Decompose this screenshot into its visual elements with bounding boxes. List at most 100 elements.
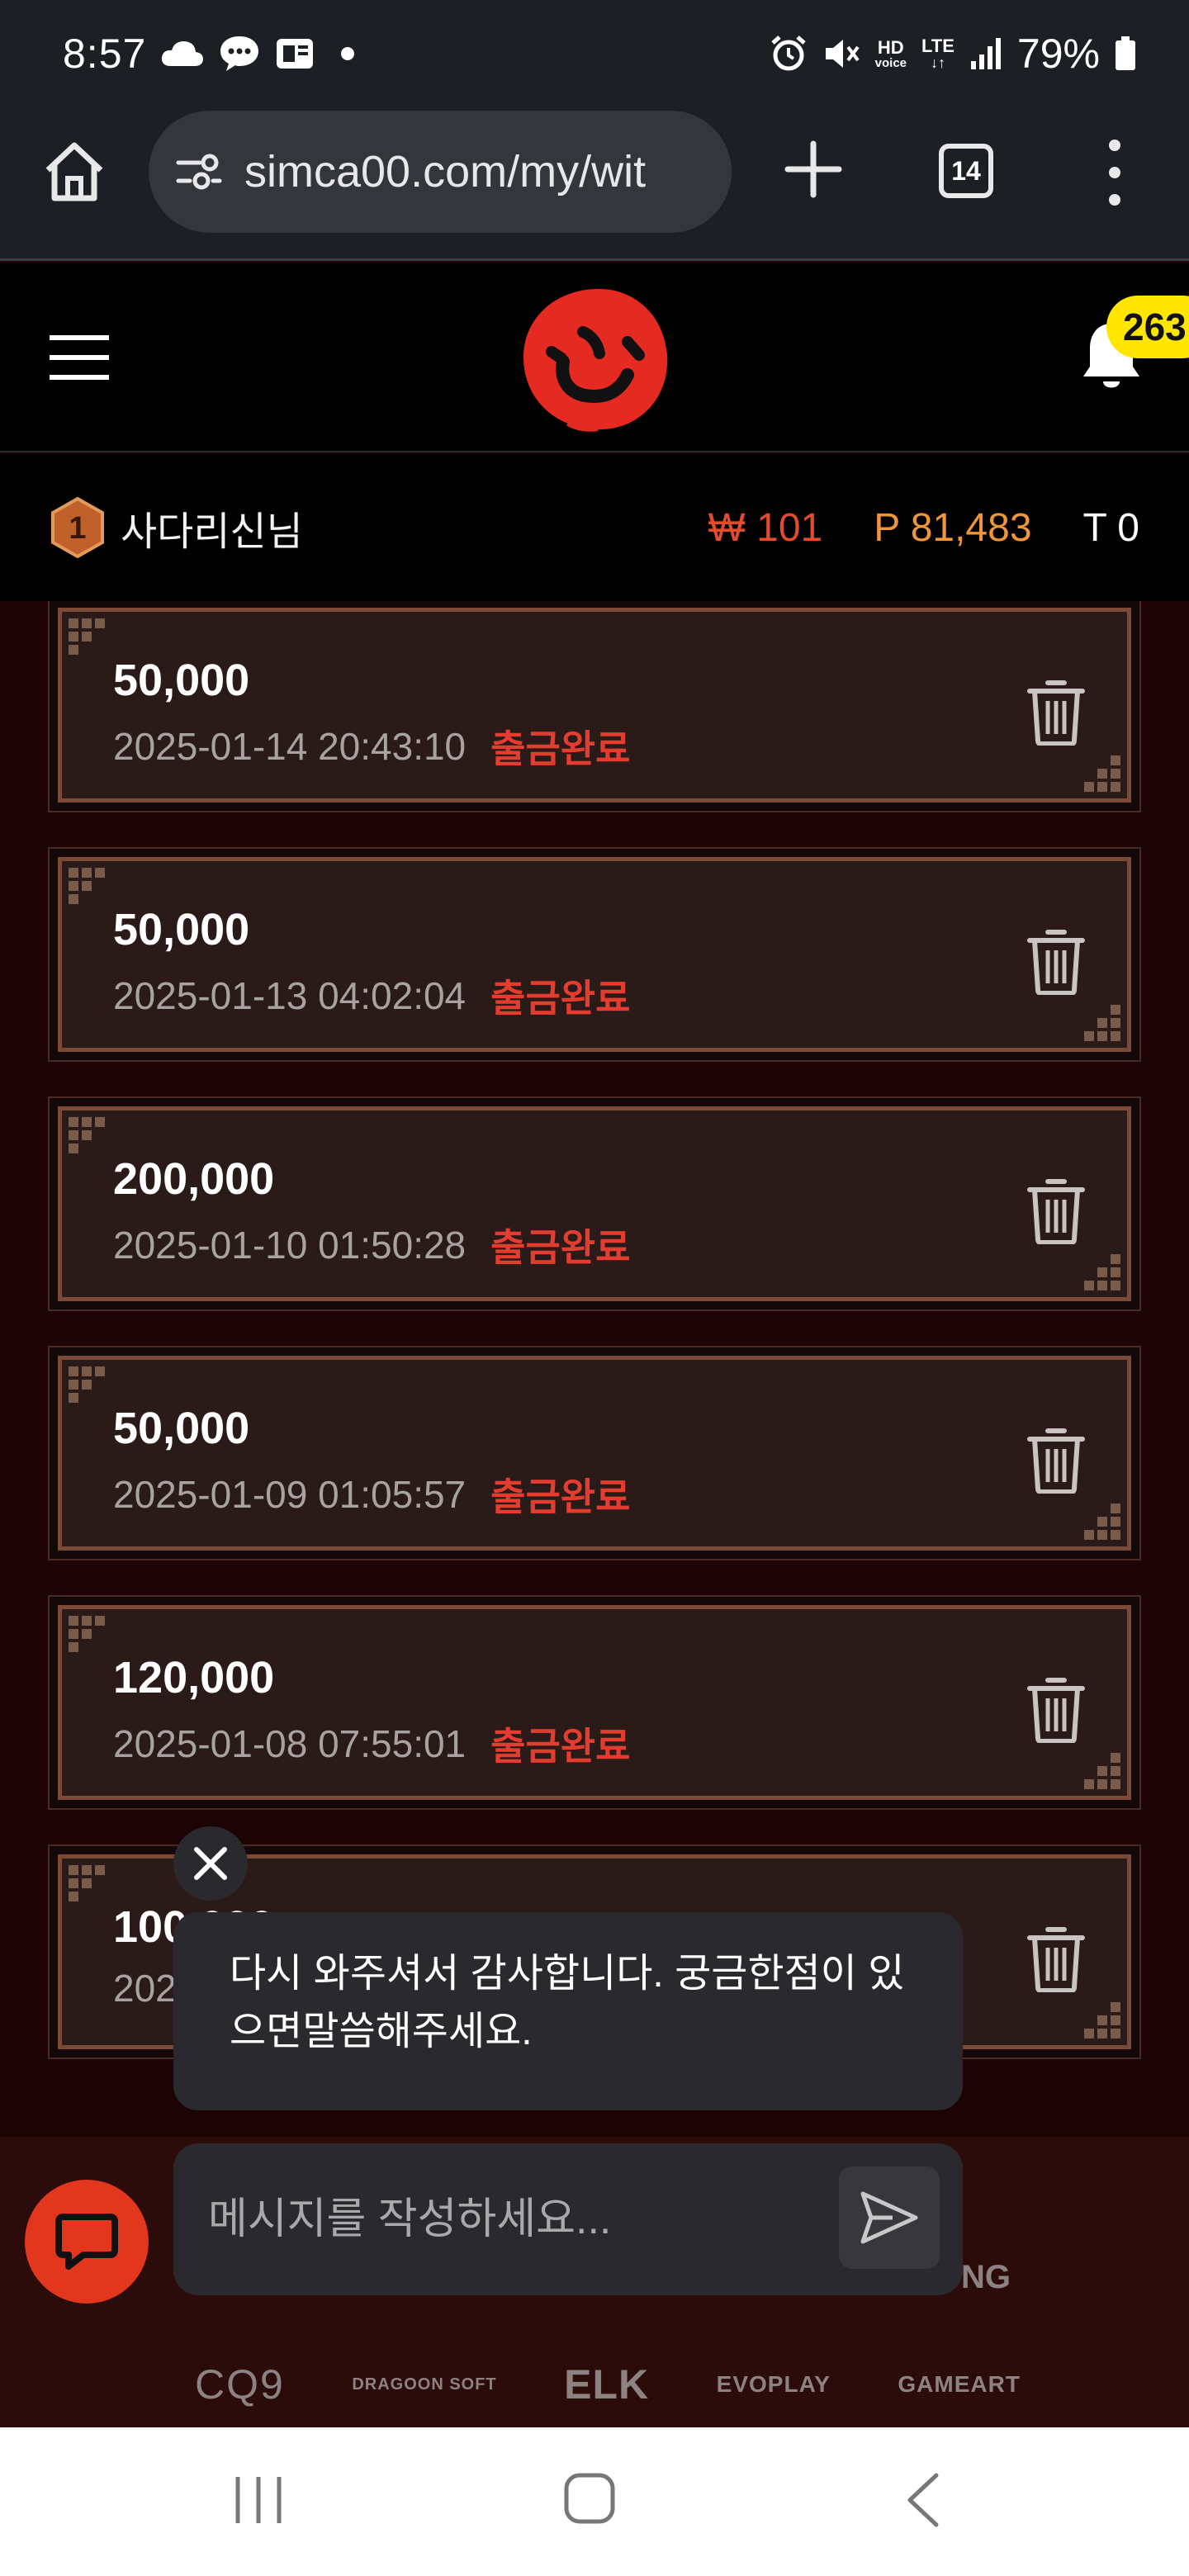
card-corner-ornament xyxy=(69,618,105,655)
status-right: HD voice LTE ↓↑ 79% xyxy=(770,30,1136,78)
withdrawal-amount: 50,000 xyxy=(113,656,250,705)
username: 사다리신님 xyxy=(121,510,303,554)
back-icon[interactable] xyxy=(905,2472,941,2528)
withdrawal-status: 출금완료 xyxy=(490,1226,631,1269)
provider-dragoon-soft: DRAGOON SOFT xyxy=(352,2375,497,2394)
card-corner-ornament xyxy=(1084,2002,1120,2039)
provider-gameart: GAMEART xyxy=(898,2371,1021,2397)
withdrawal-meta: 2025-01-13 04:02:04 출금완료 xyxy=(113,968,630,1023)
withdrawal-status: 출금완료 xyxy=(490,727,631,770)
withdrawal-item: 50,000 2025-01-14 20:43:10 출금완료 xyxy=(48,601,1141,812)
more-options-icon[interactable] xyxy=(1103,135,1126,210)
send-button[interactable] xyxy=(839,2166,940,2269)
balances: ₩ 101 P 81,483 T 0 xyxy=(708,505,1139,551)
lte-indicator: LTE ↓↑ xyxy=(921,36,955,71)
withdrawal-item-frame: 50,000 2025-01-09 01:05:57 출금완료 xyxy=(58,1356,1131,1551)
tab-switcher-button[interactable]: 14 xyxy=(939,144,993,198)
withdrawal-date: 2025-01-13 04:02:04 xyxy=(113,974,467,1017)
chat-message-bubble: 다시 와주셔서 감사합니다. 궁금한점이 있으면말씀해주세요. xyxy=(173,1912,963,2110)
alarm-icon xyxy=(770,36,806,71)
delete-trash-icon[interactable] xyxy=(1026,680,1086,746)
battery-percent: 79% xyxy=(1016,31,1100,77)
site-logo[interactable] xyxy=(519,282,672,436)
hd-voice-indicator: HD voice xyxy=(874,36,907,70)
chat-notification-icon xyxy=(220,36,259,71)
withdrawal-amount: 50,000 xyxy=(113,1404,250,1453)
delete-trash-icon[interactable] xyxy=(1026,1677,1086,1743)
chat-close-button[interactable] xyxy=(173,1826,248,1901)
withdrawal-date: 2025-01-14 20:43:10 xyxy=(113,725,467,768)
notification-dot xyxy=(341,47,355,60)
withdrawal-status: 출금완료 xyxy=(490,977,631,1020)
android-navigation-bar xyxy=(0,2427,1189,2576)
card-corner-ornament xyxy=(1084,755,1120,792)
send-icon xyxy=(860,2191,918,2244)
level-badge-icon: 1 xyxy=(51,497,104,558)
t-balance[interactable]: T 0 xyxy=(1083,505,1139,551)
withdrawal-meta: 2025-01-14 20:43:10 출금완료 xyxy=(113,719,630,774)
withdrawal-item-frame: 50,000 2025-01-14 20:43:10 출금완료 xyxy=(58,608,1131,803)
withdrawal-amount: 120,000 xyxy=(113,1653,275,1702)
mute-icon xyxy=(825,40,860,68)
delete-trash-icon[interactable] xyxy=(1026,929,1086,995)
hamburger-menu-icon[interactable] xyxy=(48,334,111,381)
withdrawal-item-frame: 200,000 2025-01-10 01:50:28 출금완료 xyxy=(58,1106,1131,1301)
delete-trash-icon[interactable] xyxy=(1026,1178,1086,1244)
card-corner-ornament xyxy=(1084,1254,1120,1290)
point-balance[interactable]: P 81,483 xyxy=(874,505,1031,551)
card-corner-ornament xyxy=(69,1616,105,1652)
withdrawal-item: 50,000 2025-01-13 04:02:04 출금완료 xyxy=(48,847,1141,1062)
cloud-icon xyxy=(162,41,204,66)
provider-cq9: CQ9 xyxy=(195,2361,285,2408)
status-left: 8:57 xyxy=(63,30,355,78)
withdrawal-item: 200,000 2025-01-10 01:50:28 출금완료 xyxy=(48,1096,1141,1311)
card-corner-ornament xyxy=(69,868,105,904)
signal-icon xyxy=(970,38,1001,69)
url-text: simca00.com/my/wit xyxy=(244,147,647,197)
delete-trash-icon[interactable] xyxy=(1026,1926,1086,1992)
battery-icon xyxy=(1116,36,1135,70)
card-corner-ornament xyxy=(1084,1753,1120,1789)
home-button-icon[interactable] xyxy=(563,2472,616,2525)
card-corner-ornament xyxy=(69,1117,105,1153)
chat-bubble-icon xyxy=(55,2214,118,2270)
delete-trash-icon[interactable] xyxy=(1026,1428,1086,1494)
withdrawal-item: 50,000 2025-01-09 01:05:57 출금완료 xyxy=(48,1346,1141,1560)
withdrawal-amount: 200,000 xyxy=(113,1154,275,1204)
withdrawal-date: 2025-01-08 07:55:01 xyxy=(113,1722,467,1765)
withdrawal-meta: 2025-01-09 01:05:57 출금완료 xyxy=(113,1467,630,1522)
won-balance[interactable]: ₩ 101 xyxy=(708,505,822,551)
site-settings-icon[interactable] xyxy=(175,151,223,192)
notification-count-badge[interactable]: 263 xyxy=(1106,296,1189,358)
card-corner-ornament xyxy=(1084,1503,1120,1540)
news-icon xyxy=(277,39,314,69)
footer-partial-text: NG xyxy=(961,2259,1011,2295)
provider-logos: CQ9 DRAGOON SOFT ELK EVOPLAY GAMEART xyxy=(195,2358,1021,2411)
address-bar[interactable]: simca00.com/my/wit xyxy=(149,111,732,233)
browser-toolbar: simca00.com/my/wit 14 xyxy=(0,107,1189,261)
site-header: 263 xyxy=(0,263,1189,452)
recents-icon[interactable] xyxy=(231,2474,286,2526)
level-badge-number: 1 xyxy=(69,511,86,546)
provider-elk: ELK xyxy=(564,2361,650,2408)
home-icon[interactable] xyxy=(40,137,109,206)
status-time: 8:57 xyxy=(63,31,147,77)
withdrawal-status: 출금완료 xyxy=(490,1725,631,1768)
withdrawal-list: 50,000 2025-01-14 20:43:10 출금완료 50,000 2025-… xyxy=(0,601,1189,2137)
withdrawal-status: 출금완료 xyxy=(490,1475,631,1518)
new-tab-icon[interactable] xyxy=(784,140,842,198)
chat-input-box xyxy=(173,2143,963,2295)
card-corner-ornament xyxy=(1084,1005,1120,1041)
withdrawal-item-frame: 120,000 2025-01-08 07:55:01 출금완료 xyxy=(58,1605,1131,1800)
withdrawal-item-frame: 50,000 2025-01-13 04:02:04 출금완료 xyxy=(58,857,1131,1052)
withdrawal-amount: 50,000 xyxy=(113,905,250,954)
withdrawal-date: 2025-01-09 01:05:57 xyxy=(113,1473,467,1516)
withdrawal-item: 120,000 2025-01-08 07:55:01 출금완료 xyxy=(48,1595,1141,1810)
chat-launcher-button[interactable] xyxy=(25,2180,149,2304)
provider-evoplay: EVOPLAY xyxy=(716,2371,831,2397)
withdrawal-meta: 2025-01-08 07:55:01 출금완료 xyxy=(113,1717,630,1771)
card-corner-ornament xyxy=(69,1865,105,1901)
user-info-bar: 1 사다리신님 ₩ 101 P 81,483 T 0 xyxy=(0,454,1189,601)
chat-message-input[interactable] xyxy=(208,2195,819,2244)
withdrawal-date: 2025-01-10 01:50:28 xyxy=(113,1224,467,1267)
